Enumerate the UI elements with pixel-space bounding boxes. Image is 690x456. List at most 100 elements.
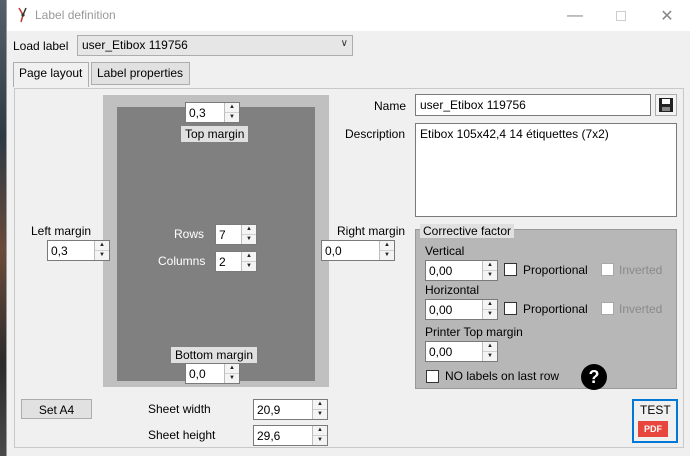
top-margin-stepper[interactable]: 0,3 ▲ ▼ <box>185 102 240 123</box>
increment-icon[interactable]: ▲ <box>225 103 239 113</box>
increment-icon[interactable]: ▲ <box>242 225 256 235</box>
description-textarea[interactable]: Etibox 105x42,4 14 étiquettes (7x2) <box>415 123 677 217</box>
increment-icon[interactable]: ▲ <box>313 400 327 410</box>
increment-icon[interactable]: ▲ <box>95 241 109 251</box>
pdf-badge-label: PDF <box>644 424 662 434</box>
tab-page-layout-label: Page layout <box>19 66 83 80</box>
minimize-icon: — <box>567 6 583 24</box>
sheet-width-stepper[interactable]: 20,9 ▲ ▼ <box>253 399 328 420</box>
save-button[interactable] <box>655 94 677 116</box>
no-labels-last-row-checkbox[interactable] <box>426 370 439 383</box>
help-icon[interactable]: ? <box>581 364 607 390</box>
decrement-icon[interactable]: ▼ <box>483 352 497 362</box>
increment-icon[interactable]: ▲ <box>242 252 256 262</box>
sheet-height-caption: Sheet height <box>148 428 216 442</box>
decrement-icon[interactable]: ▼ <box>242 235 256 245</box>
printer-top-margin-stepper[interactable]: 0,00 ▲ ▼ <box>425 341 498 362</box>
columns-value: 2 <box>219 255 226 269</box>
increment-icon[interactable]: ▲ <box>225 364 239 374</box>
decrement-icon[interactable]: ▼ <box>483 271 497 281</box>
vertical-proportional-checkbox[interactable] <box>504 263 517 276</box>
bottom-margin-stepper[interactable]: 0,0 ▲ ▼ <box>185 363 240 384</box>
horizontal-value: 0,00 <box>429 303 453 317</box>
close-button[interactable]: ✕ <box>644 0 690 31</box>
top-margin-value: 0,3 <box>189 106 206 120</box>
set-a4-button[interactable]: Set A4 <box>21 399 92 419</box>
close-icon: ✕ <box>660 7 674 25</box>
columns-stepper[interactable]: 2 ▲ ▼ <box>215 251 257 272</box>
top-margin-caption: Top margin <box>181 126 249 142</box>
window-title: Label definition <box>35 8 116 22</box>
no-labels-last-row-label: NO labels on last row <box>445 369 560 383</box>
decrement-icon[interactable]: ▼ <box>483 310 497 320</box>
vertical-caption: Vertical <box>425 244 465 258</box>
horizontal-inverted-checkbox[interactable] <box>601 302 614 315</box>
left-margin-caption: Left margin <box>31 224 92 238</box>
corrective-factor-title: Corrective factor <box>420 224 515 238</box>
maximize-button[interactable] <box>598 0 644 31</box>
horizontal-inverted-label: Inverted <box>619 302 663 316</box>
pdf-icon: PDF <box>638 421 668 437</box>
name-value: user_Etibox 119756 <box>420 98 526 112</box>
horizontal-caption: Horizontal <box>425 283 480 297</box>
decrement-icon[interactable]: ▼ <box>380 251 394 261</box>
increment-icon[interactable]: ▲ <box>313 426 327 436</box>
vertical-value: 0,00 <box>429 264 453 278</box>
name-caption: Name <box>374 99 407 113</box>
vertical-inverted-checkbox[interactable] <box>601 263 614 276</box>
right-margin-value: 0,0 <box>325 244 342 258</box>
set-a4-label: Set A4 <box>38 403 75 417</box>
decrement-icon[interactable]: ▼ <box>242 262 256 272</box>
columns-caption: Columns <box>158 254 206 268</box>
decrement-icon[interactable]: ▼ <box>225 374 239 384</box>
save-icon <box>659 98 673 112</box>
printer-top-margin-value: 0,00 <box>429 345 453 359</box>
description-caption: Description <box>345 127 406 141</box>
load-label-caption: Load label <box>13 39 69 53</box>
decrement-icon[interactable]: ▼ <box>313 410 327 420</box>
description-value: Etibox 105x42,4 14 étiquettes (7x2) <box>420 127 609 141</box>
vertical-stepper[interactable]: 0,00 ▲ ▼ <box>425 260 498 281</box>
horizontal-proportional-label: Proportional <box>523 302 588 316</box>
bottom-margin-value: 0,0 <box>189 367 206 381</box>
sheet-height-value: 29,6 <box>257 429 281 443</box>
left-margin-value: 0,3 <box>51 244 68 258</box>
decrement-icon[interactable]: ▼ <box>95 251 109 261</box>
vertical-proportional-label: Proportional <box>523 263 588 277</box>
app-icon <box>18 7 27 23</box>
tab-page-layout[interactable]: Page layout <box>13 62 89 87</box>
rows-caption: Rows <box>174 227 205 241</box>
tab-label-properties-label: Label properties <box>97 66 184 80</box>
name-input[interactable]: user_Etibox 119756 <box>415 94 651 116</box>
sheet-width-caption: Sheet width <box>148 402 211 416</box>
test-pdf-button[interactable]: TEST PDF <box>632 399 678 443</box>
sheet-height-stepper[interactable]: 29,6 ▲ ▼ <box>253 425 328 446</box>
increment-icon[interactable]: ▲ <box>483 300 497 310</box>
sheet-width-value: 20,9 <box>257 403 281 417</box>
decrement-icon[interactable]: ▼ <box>225 113 239 123</box>
load-label-value: user_Etibox 119756 <box>82 38 188 52</box>
horizontal-stepper[interactable]: 0,00 ▲ ▼ <box>425 299 498 320</box>
bottom-margin-caption: Bottom margin <box>171 347 258 363</box>
right-margin-caption: Right margin <box>337 224 406 238</box>
left-margin-stepper[interactable]: 0,3 ▲ ▼ <box>47 240 110 261</box>
maximize-icon <box>616 10 626 21</box>
increment-icon[interactable]: ▲ <box>483 261 497 271</box>
minimize-button[interactable]: — <box>552 0 598 31</box>
decrement-icon[interactable]: ▼ <box>313 436 327 446</box>
page-layout-panel: 0,3 ▲ ▼ Top margin Rows 7 ▲ ▼ Columns 2 ▲ ▼… <box>14 88 684 448</box>
vertical-inverted-label: Inverted <box>619 263 663 277</box>
label-definition-window: Label definition — ✕ Load label user_Eti… <box>6 0 690 456</box>
test-label: TEST <box>640 403 671 417</box>
printer-top-margin-caption: Printer Top margin <box>425 325 523 339</box>
load-label-dropdown[interactable]: user_Etibox 119756 ∨ <box>77 35 353 56</box>
rows-stepper[interactable]: 7 ▲ ▼ <box>215 224 257 245</box>
increment-icon[interactable]: ▲ <box>380 241 394 251</box>
right-margin-stepper[interactable]: 0,0 ▲ ▼ <box>321 240 395 261</box>
tab-label-properties[interactable]: Label properties <box>91 62 190 85</box>
title-bar[interactable]: Label definition — ✕ <box>7 0 690 31</box>
sheet-preview: 0,3 ▲ ▼ Top margin Rows 7 ▲ ▼ Columns 2 ▲ ▼… <box>103 95 329 387</box>
increment-icon[interactable]: ▲ <box>483 342 497 352</box>
horizontal-proportional-checkbox[interactable] <box>504 302 517 315</box>
chevron-down-icon: ∨ <box>340 38 348 49</box>
